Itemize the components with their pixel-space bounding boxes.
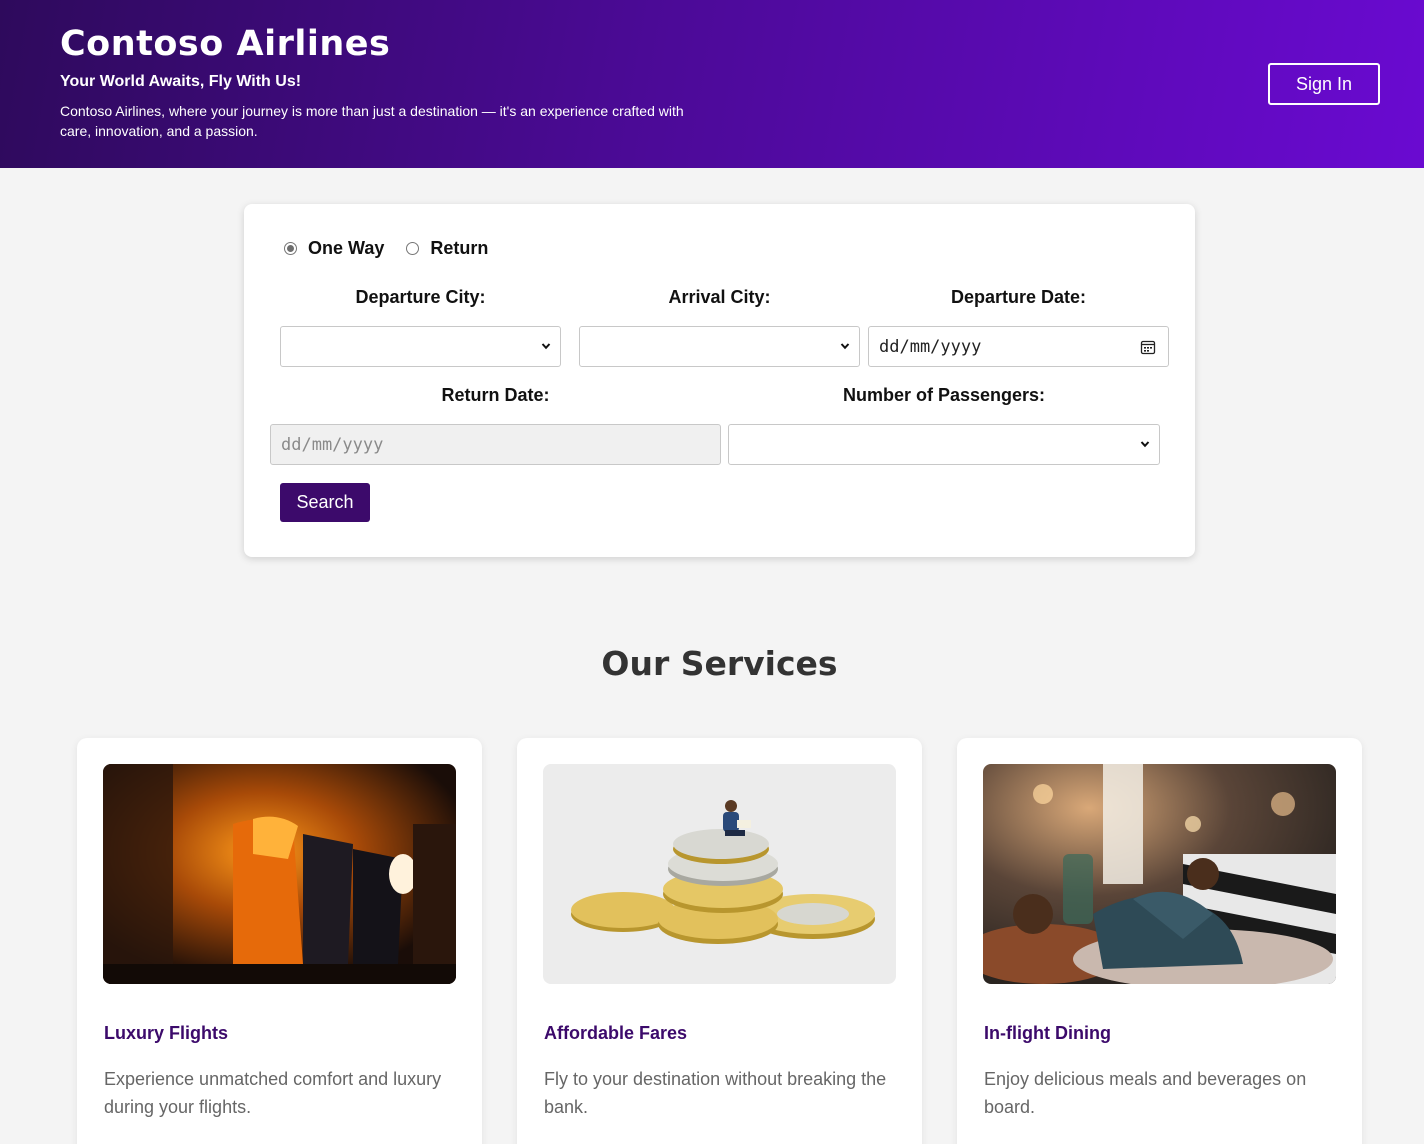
return-date-placeholder: dd/mm/yyyy: [281, 434, 384, 455]
return-option[interactable]: Return: [406, 238, 488, 259]
dining-table-image: [983, 764, 1336, 984]
one-way-label: One Way: [308, 238, 385, 258]
arrival-city-select[interactable]: [579, 326, 860, 367]
service-title: Luxury Flights: [104, 1023, 229, 1043]
coins-stack-illustration: [543, 764, 896, 984]
passengers-label: Number of Passengers:: [842, 385, 1046, 405]
service-description: Experience unmatched comfort and luxury …: [104, 1069, 442, 1117]
service-title: In-flight Dining: [984, 1023, 1111, 1043]
service-card-inflight-dining: In-flight Dining Enjoy delicious meals a…: [957, 738, 1362, 1144]
site-header: Contoso Airlines Your World Awaits, Fly …: [0, 0, 1424, 168]
search-button[interactable]: Search: [280, 483, 370, 522]
flight-search-form: One Way Return Departure City: Arrival C…: [244, 204, 1195, 557]
return-radio[interactable]: [406, 242, 420, 255]
brand-description: Contoso Airlines, where your journey is …: [60, 103, 684, 139]
service-description: Enjoy delicious meals and beverages on b…: [984, 1069, 1307, 1117]
coins-stack-image: [543, 764, 896, 984]
departure-date-label: Departure Date:: [950, 287, 1087, 307]
return-date-label: Return Date:: [441, 385, 550, 405]
service-description: Fly to your destination without breaking…: [544, 1069, 887, 1117]
return-date-input: dd/mm/yyyy: [270, 424, 721, 465]
sign-in-button[interactable]: Sign In: [1268, 63, 1380, 105]
airplane-cabin-image: [103, 764, 456, 984]
brand-title: Contoso Airlines: [60, 24, 391, 64]
one-way-radio[interactable]: [284, 242, 297, 255]
trip-type-group: One Way Return: [284, 238, 510, 259]
services-heading: Our Services: [601, 644, 838, 683]
dining-table-illustration: [983, 764, 1336, 984]
departure-city-select[interactable]: [280, 326, 561, 367]
service-card-luxury-flights: Luxury Flights Experience unmatched comf…: [77, 738, 482, 1144]
arrival-city-label: Arrival City:: [668, 287, 771, 307]
one-way-option[interactable]: One Way: [284, 238, 384, 259]
calendar-icon[interactable]: [1140, 339, 1156, 355]
service-title: Affordable Fares: [544, 1023, 688, 1043]
departure-date-placeholder: dd/mm/yyyy: [879, 336, 982, 357]
departure-date-input[interactable]: dd/mm/yyyy: [868, 326, 1169, 367]
chevron-down-icon: [840, 343, 850, 350]
chevron-down-icon: [541, 343, 551, 350]
brand-tagline: Your World Awaits, Fly With Us!: [60, 73, 302, 90]
departure-city-label: Departure City:: [355, 287, 486, 307]
service-card-affordable-fares: Affordable Fares Fly to your destination…: [517, 738, 922, 1144]
airplane-cabin-illustration: [103, 764, 456, 984]
chevron-down-icon: [1140, 441, 1150, 448]
return-label: Return: [430, 238, 489, 258]
passengers-select[interactable]: [728, 424, 1160, 465]
